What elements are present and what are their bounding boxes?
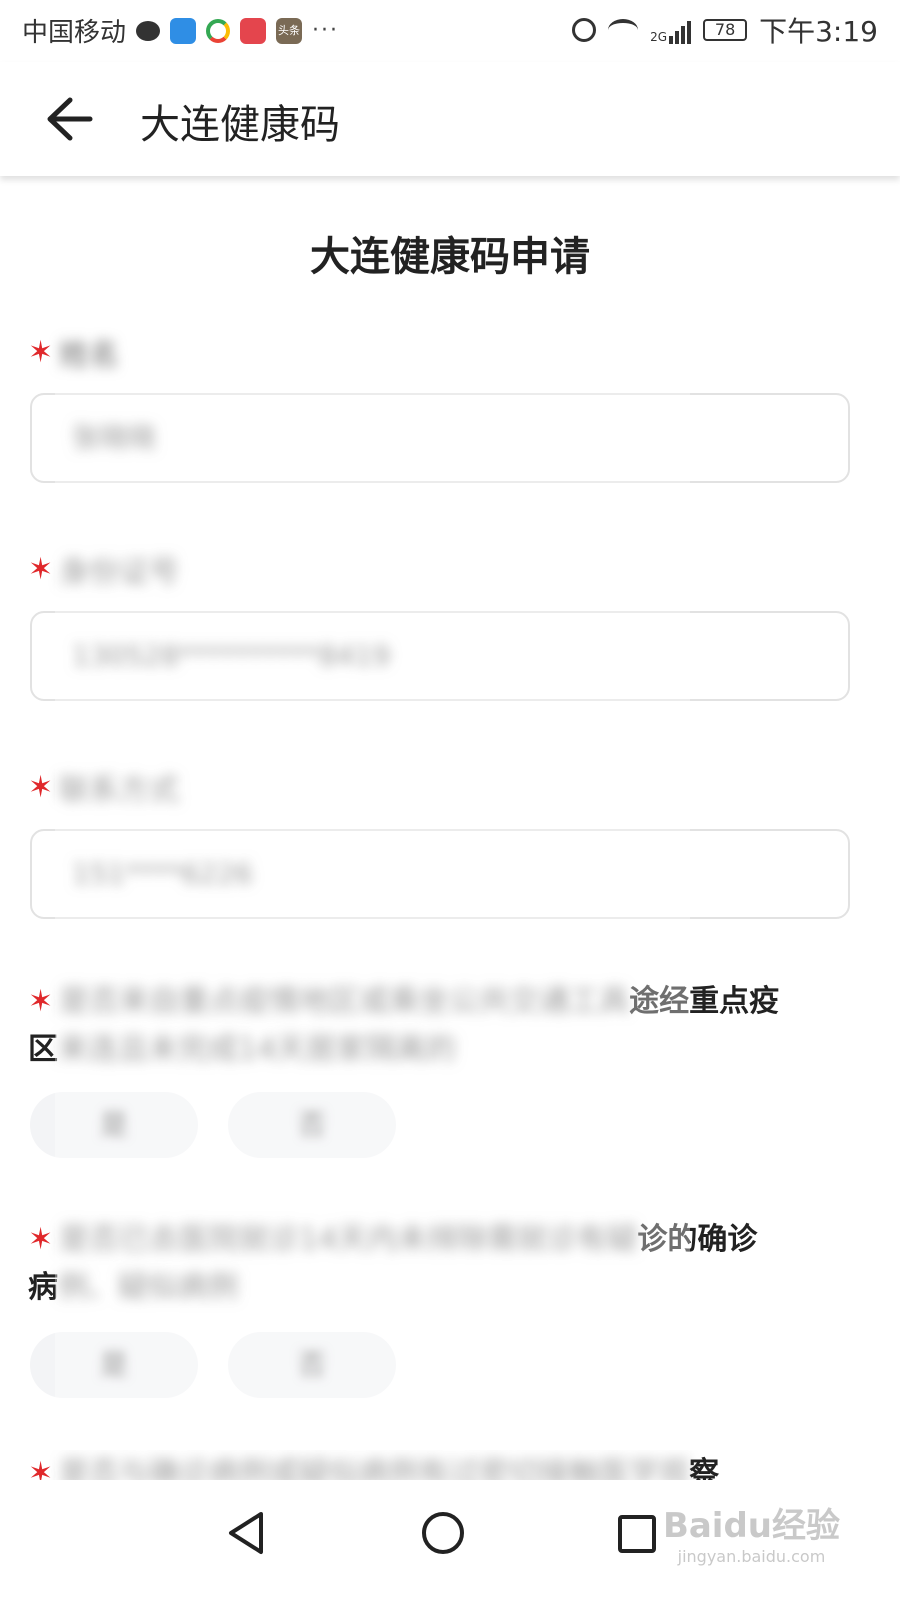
nav-back-button[interactable] <box>225 1510 269 1560</box>
wifi-icon <box>608 19 639 41</box>
question-2-line2-start: 病 <box>28 1270 58 1305</box>
circle-home-icon <box>422 1512 464 1554</box>
carrier-name: 中国移动 <box>22 18 127 48</box>
news-app-icon: 头条 <box>276 17 303 44</box>
triangle-back-icon <box>229 1512 263 1554</box>
question-1-line2-start: 区 <box>28 1032 58 1067</box>
app-title: 大连健康码 <box>140 102 340 148</box>
privacy-blur-overlay <box>55 385 690 1480</box>
system-navigation-bar: Baidu经验 jingyan.baidu.com <box>0 1484 900 1600</box>
nav-recents-button[interactable] <box>617 1514 657 1558</box>
name-label-text: 姓名 <box>59 338 120 373</box>
required-star-icon: ✶ <box>28 551 54 587</box>
page-title: 大连健康码申请 <box>310 234 590 280</box>
chat-notification-icon <box>136 20 161 41</box>
back-button[interactable] <box>40 92 98 146</box>
app-bar: 大连健康码 <box>0 62 900 176</box>
watermark-url: jingyan.baidu.com <box>677 1547 826 1566</box>
baidu-watermark: Baidu经验 jingyan.baidu.com <box>663 1498 840 1566</box>
shield-app-icon <box>170 17 197 44</box>
grid-app-icon <box>240 17 267 44</box>
required-star-icon: ✶ <box>28 1456 54 1480</box>
status-bar-right: 2G 78 下午3:19 <box>572 10 878 50</box>
alarm-icon <box>572 18 597 42</box>
arrow-left-icon <box>47 97 93 141</box>
status-bar-left: 中国移动 头条 ··· <box>22 12 339 49</box>
question-3-visible: 察 <box>689 1456 720 1480</box>
browser-app-icon <box>206 18 231 43</box>
clock: 下午3:19 <box>759 15 878 48</box>
status-bar: 中国移动 头条 ··· 2G 78 下午3:19 <box>0 0 900 62</box>
required-star-icon: ✶ <box>28 984 54 1019</box>
watermark-brand: Baidu经验 <box>662 1506 840 1546</box>
network-type: 2G <box>650 30 668 44</box>
required-star-icon: ✶ <box>28 769 54 805</box>
square-recents-icon <box>618 1515 656 1553</box>
battery-indicator: 78 <box>703 19 748 41</box>
more-notifications-icon: ··· <box>312 18 339 43</box>
nav-home-button[interactable] <box>420 1510 466 1560</box>
name-label: ✶ 姓名 <box>28 330 119 374</box>
signal-icon: 2G <box>650 16 692 44</box>
required-star-icon: ✶ <box>28 1222 54 1257</box>
required-star-icon: ✶ <box>28 334 54 370</box>
